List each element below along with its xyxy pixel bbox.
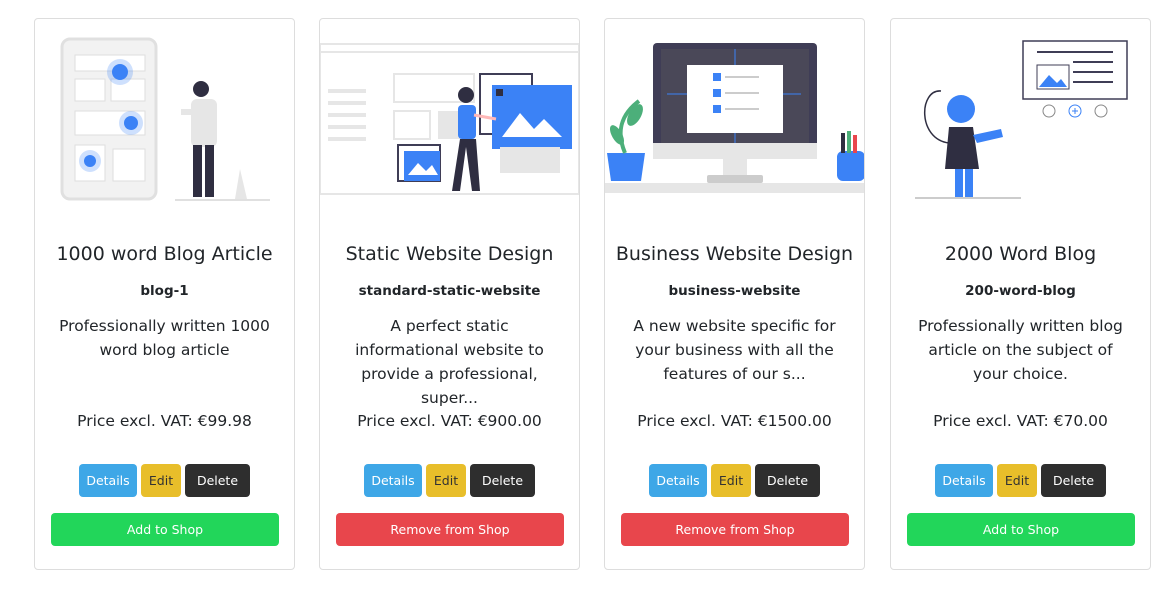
- remove-from-shop-button[interactable]: Remove from Shop: [621, 513, 849, 546]
- action-buttons: Details Edit Delete: [891, 464, 1150, 497]
- edit-button[interactable]: Edit: [997, 464, 1037, 497]
- add-to-shop-button[interactable]: Add to Shop: [907, 513, 1135, 546]
- product-description: Professionally written 1000 word blog ar…: [59, 317, 270, 359]
- product-slug: 200-word-blog: [965, 283, 1076, 299]
- product-slug: standard-static-website: [358, 283, 541, 299]
- product-title: 1000 word Blog Article: [56, 243, 273, 265]
- edit-button[interactable]: Edit: [141, 464, 181, 497]
- product-price: Price excl. VAT: €70.00: [933, 412, 1108, 430]
- product-description: A perfect static informational website t…: [355, 317, 544, 407]
- presentation-illustration-icon: [891, 19, 1150, 219]
- details-button[interactable]: Details: [649, 464, 707, 497]
- delete-button[interactable]: Delete: [1041, 464, 1106, 497]
- product-card: Static Website Design standard-static-we…: [319, 18, 580, 570]
- edit-button[interactable]: Edit: [426, 464, 466, 497]
- remove-from-shop-button[interactable]: Remove from Shop: [336, 513, 564, 546]
- product-title: 2000 Word Blog: [944, 243, 1097, 265]
- product-slug: blog-1: [140, 283, 189, 299]
- action-buttons: Details Edit Delete: [605, 464, 864, 497]
- product-card: 2000 Word Blog 200-word-blog Professiona…: [890, 18, 1151, 570]
- product-title: Business Website Design: [615, 243, 854, 265]
- product-description: A new website specific for your business…: [633, 317, 836, 383]
- product-price: Price excl. VAT: €900.00: [357, 412, 542, 430]
- details-button[interactable]: Details: [79, 464, 137, 497]
- product-card: Business Website Design business-website…: [604, 18, 865, 570]
- desktop-illustration-icon: [605, 19, 864, 219]
- product-price: Price excl. VAT: €99.98: [77, 412, 252, 430]
- product-slug: business-website: [668, 283, 801, 299]
- blog-illustration-icon: [35, 19, 294, 219]
- product-price: Price excl. VAT: €1500.00: [637, 412, 832, 430]
- edit-button[interactable]: Edit: [711, 464, 751, 497]
- product-title: Static Website Design: [345, 243, 554, 265]
- details-button[interactable]: Details: [364, 464, 422, 497]
- product-card: 1000 word Blog Article blog-1 Profession…: [34, 18, 295, 570]
- product-description: Professionally written blog article on t…: [918, 317, 1123, 383]
- add-to-shop-button[interactable]: Add to Shop: [51, 513, 279, 546]
- web-design-illustration-icon: [320, 19, 579, 219]
- delete-button[interactable]: Delete: [470, 464, 535, 497]
- action-buttons: Details Edit Delete: [35, 464, 294, 497]
- delete-button[interactable]: Delete: [185, 464, 250, 497]
- details-button[interactable]: Details: [935, 464, 993, 497]
- action-buttons: Details Edit Delete: [320, 464, 579, 497]
- delete-button[interactable]: Delete: [755, 464, 820, 497]
